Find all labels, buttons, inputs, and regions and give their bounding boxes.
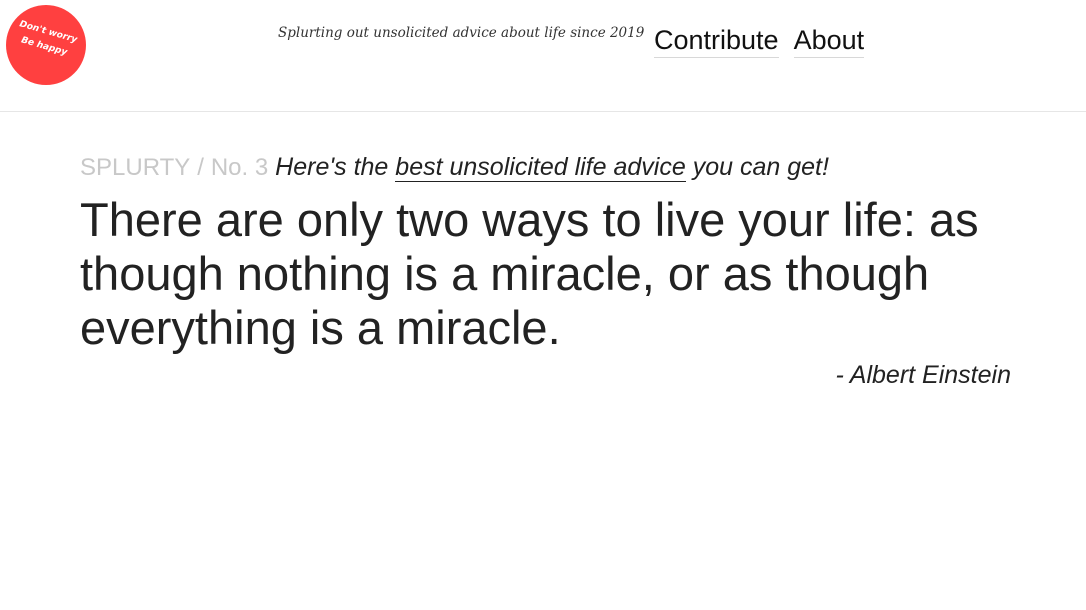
main-content: SPLURTY / No. 3 Here's the best unsolici… [80,150,1020,390]
main-nav: Contribute About [654,25,879,58]
site-tagline: Splurting out unsolicited advice about l… [278,25,645,41]
quote-author: - Albert Einstein [835,361,1011,389]
brand-separator: / [197,154,204,181]
best-advice-link[interactable]: best unsolicited life advice [395,153,686,182]
logo-badge[interactable]: Don't worry Be happy [6,5,86,85]
intro-suffix: you can get! [692,153,829,181]
advice-number: No. 3 [210,154,269,181]
nav-about-link[interactable]: About [793,25,865,58]
advice-intro: SPLURTY / No. 3 Here's the best unsolici… [80,150,1020,185]
site-header: Don't worry Be happy Splurting out unsol… [0,0,1086,112]
nav-contribute-link[interactable]: Contribute [654,25,779,58]
brand-name: SPLURTY [80,154,191,181]
advice-quote: There are only two ways to live your lif… [80,193,979,354]
logo-text: Don't worry Be happy [3,15,88,66]
intro-prefix: Here's the [275,153,389,181]
